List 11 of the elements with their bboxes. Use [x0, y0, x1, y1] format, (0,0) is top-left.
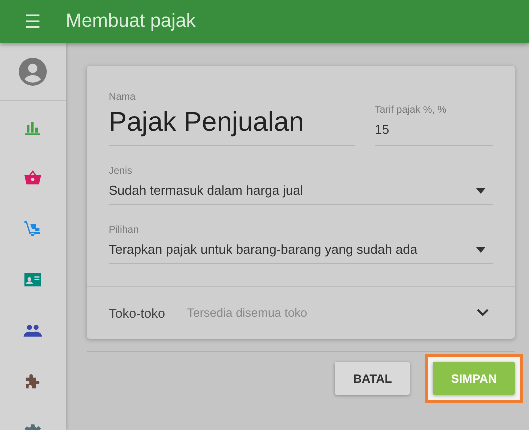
dolly-icon[interactable] — [23, 218, 43, 238]
name-field[interactable]: Nama Pajak Penjualan — [109, 92, 355, 146]
tax-rate-field[interactable]: Tarif pajak %, % 15 — [375, 105, 493, 146]
avatar-icon[interactable] — [19, 58, 47, 86]
dropdown-caret-icon — [476, 246, 486, 252]
page-title: Membuat pajak — [66, 10, 196, 32]
cancel-button[interactable]: BATAL — [335, 362, 410, 395]
stores-row[interactable]: Toko-toko Tersedia disemua toko — [87, 286, 515, 339]
option-dropdown[interactable]: Pilihan Terapkan pajak untuk barang-barang yang sudah ada — [109, 225, 493, 264]
type-dropdown[interactable]: Jenis Sudah termasuk dalam harga jual — [109, 166, 493, 205]
dropdown-caret-icon — [476, 188, 486, 194]
